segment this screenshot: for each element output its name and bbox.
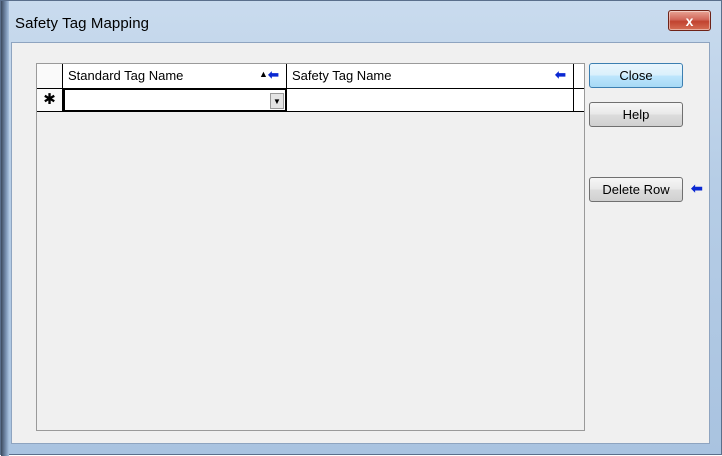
window-close-button[interactable]: x — [668, 10, 711, 31]
tag-mapping-grid[interactable]: Standard Tag Name ▲ ⬅ Safety Tag Name ⬅ … — [36, 63, 585, 431]
blue-arrow-left-icon: ⬅ — [555, 67, 566, 82]
standard-tag-combo-cell[interactable]: ▼ — [63, 88, 287, 112]
column-header-label: Standard Tag Name — [68, 68, 184, 83]
blue-arrow-left-icon: ⬅ — [268, 67, 279, 82]
dialog-window: Safety Tag Mapping x Standard Tag Name ▲… — [0, 0, 722, 456]
close-icon: x — [685, 12, 694, 29]
grid-corner-cell[interactable] — [37, 64, 63, 88]
dialog-client-area: Standard Tag Name ▲ ⬅ Safety Tag Name ⬅ … — [11, 42, 710, 444]
window-edge-shadow — [1, 1, 9, 456]
dropdown-button[interactable]: ▼ — [270, 93, 284, 109]
new-row-marker-icon: ✱ — [37, 89, 63, 111]
help-button[interactable]: Help — [589, 102, 683, 127]
column-header-label: Safety Tag Name — [292, 68, 392, 83]
blue-arrow-left-icon: ⬅ — [691, 180, 703, 196]
delete-row-button[interactable]: Delete Row — [589, 177, 683, 202]
title-bar[interactable]: Safety Tag Mapping x — [1, 1, 721, 41]
window-title: Safety Tag Mapping — [15, 15, 150, 32]
column-header-safety-tag-name[interactable]: Safety Tag Name ⬅ — [287, 64, 574, 88]
safety-tag-cell[interactable] — [287, 89, 574, 111]
chevron-down-icon: ▼ — [273, 96, 281, 106]
grid-header-row: Standard Tag Name ▲ ⬅ Safety Tag Name ⬅ — [37, 64, 584, 89]
table-row[interactable]: ✱ ▼ — [37, 88, 584, 112]
column-header-standard-tag-name[interactable]: Standard Tag Name ▲ ⬅ — [63, 64, 287, 88]
sort-ascending-icon: ▲ — [259, 69, 268, 79]
close-button[interactable]: Close — [589, 63, 683, 88]
